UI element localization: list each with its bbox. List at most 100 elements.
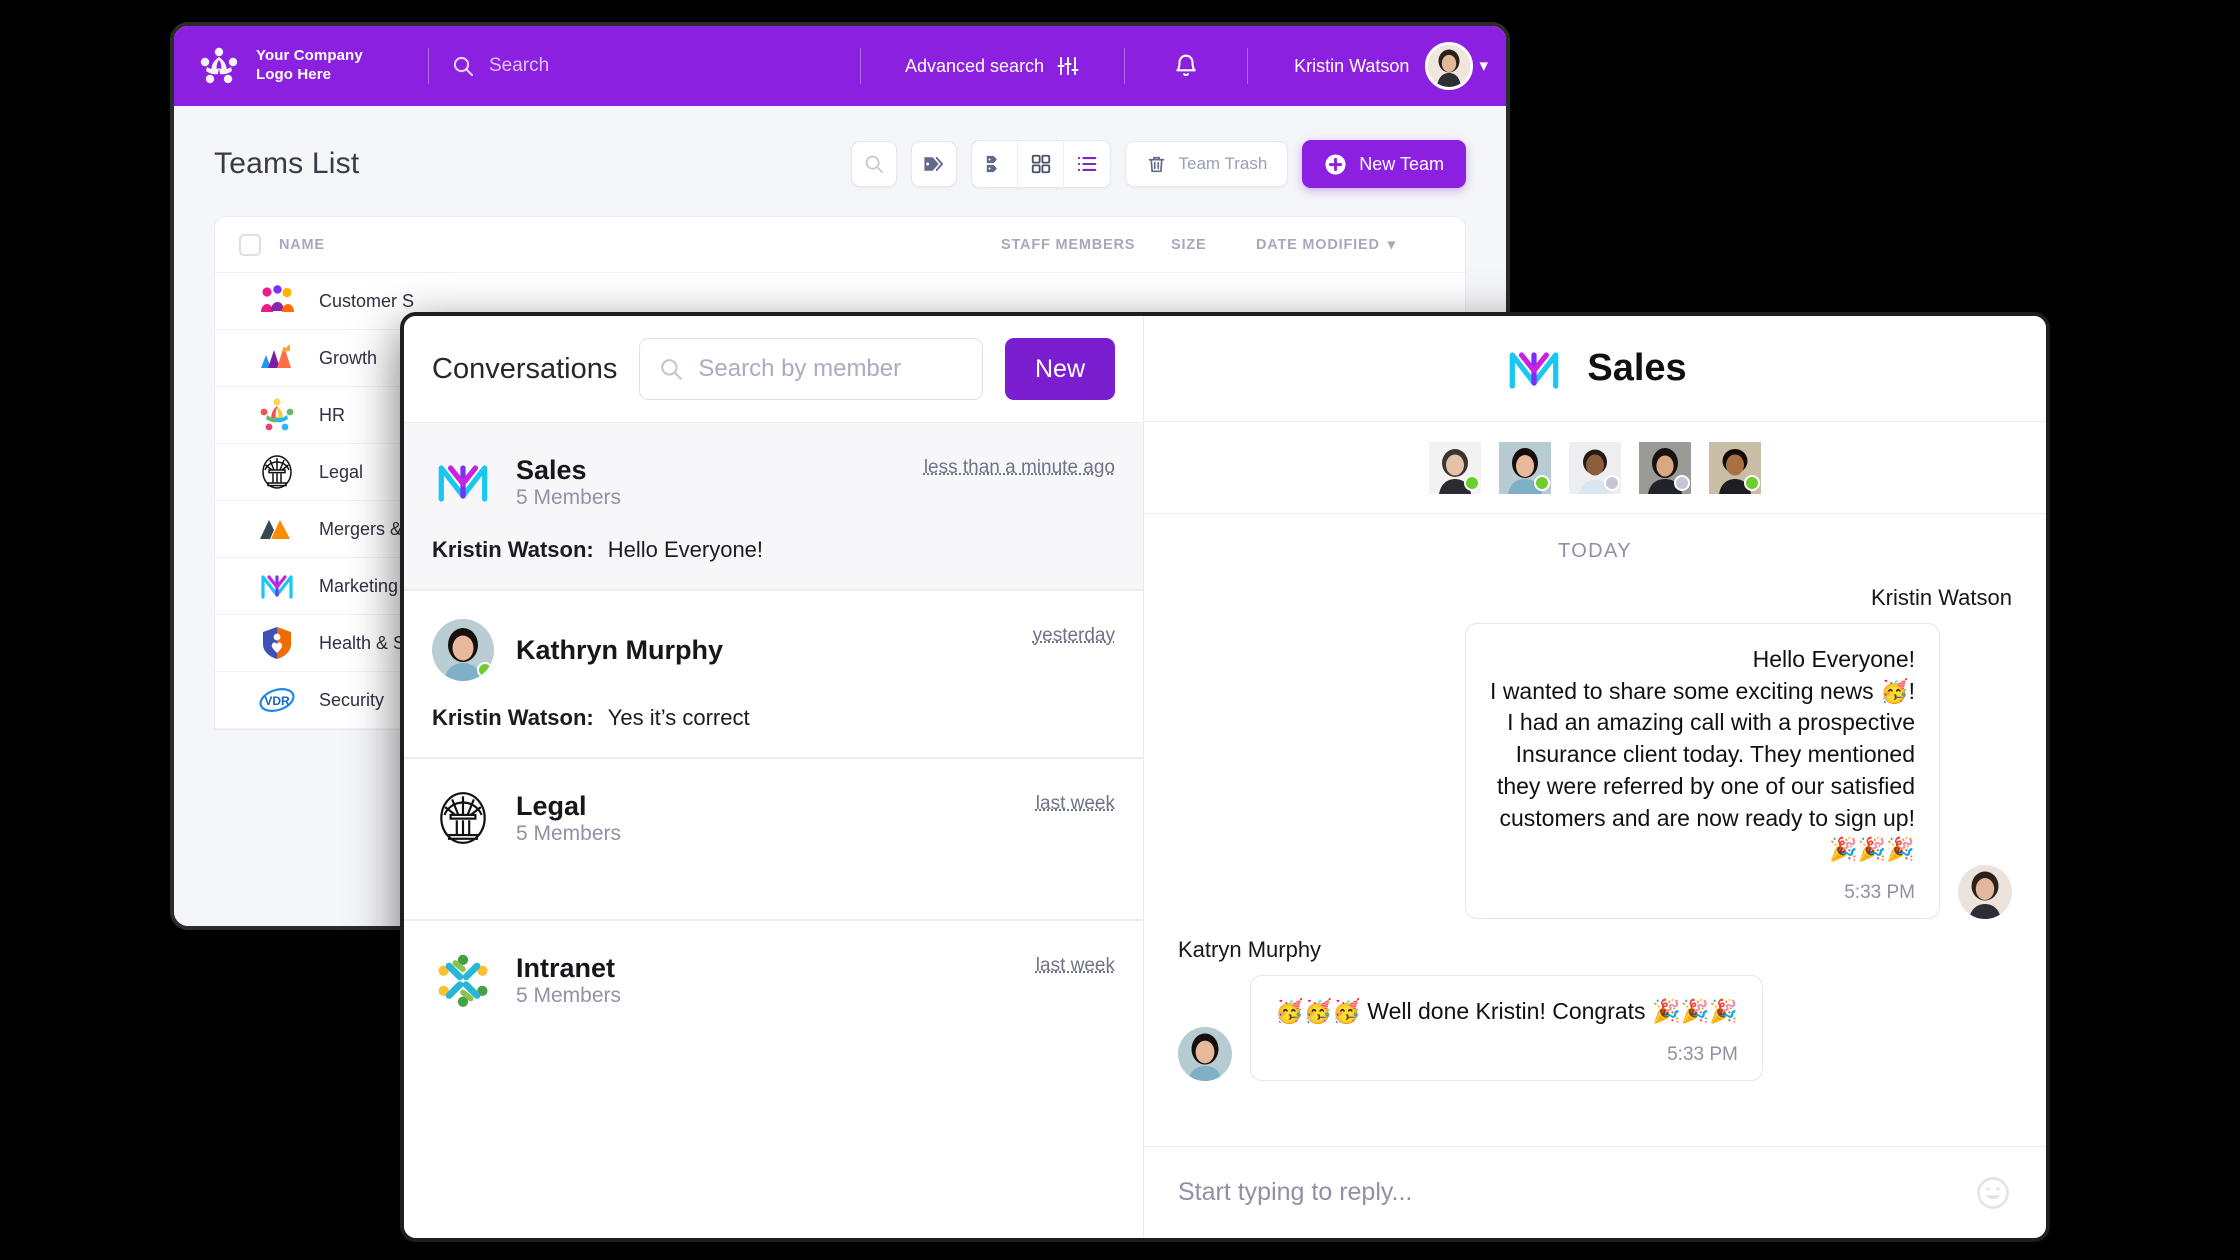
legal-team-icon [432,787,494,849]
avatar [1958,865,2012,920]
avatar[interactable] [1429,441,1481,494]
conversation-timestamp[interactable]: yesterday [1033,619,1115,647]
search-icon [451,54,475,78]
divider [1247,48,1249,84]
view-list-button[interactable] [1064,141,1110,187]
message-text: Hello Everyone! I wanted to share some e… [1490,646,1915,863]
new-team-label: New Team [1359,153,1444,174]
brand-line-2: Logo Here [256,66,332,83]
view-tags-button[interactable] [972,141,1019,187]
chat-header: Sales [1144,316,2046,422]
notifications-button[interactable] [1147,53,1225,79]
customer-support-team-icon [257,281,297,321]
conversation-meta: Sales 5 Members [516,454,924,510]
member-search-input[interactable]: Search by member [639,338,983,400]
message-author: Kristin Watson [1870,585,2012,610]
team-trash-button[interactable]: Team Trash [1125,141,1289,187]
avatar[interactable] [1639,441,1691,494]
search-icon [658,356,684,382]
conversation-name: Sales [516,454,587,485]
sliders-icon [1056,54,1080,78]
select-all-checkbox[interactable] [239,233,261,256]
team-name: Growth [319,347,378,368]
preview-author: Kristin Watson: [432,705,594,730]
message-author: Katryn Murphy [1178,937,1322,963]
message-bubble: Hello Everyone! I wanted to share some e… [1465,623,1940,920]
conversation-timestamp[interactable]: last week [1036,949,1115,977]
status-indicator-offline [1674,474,1690,491]
intranet-team-icon [432,949,494,1011]
message-incoming: Katryn Murphy 🥳🥳🥳 Well done Kristin! Con… [1178,937,2012,1081]
health-safety-team-icon [257,623,297,663]
team-name: Customer S [319,290,415,311]
day-divider: TODAY [1557,540,1633,562]
conversations-panel: Conversations Search by member New Sales… [404,316,1144,1238]
avatar[interactable] [1709,441,1761,494]
mergers-acquisitions-team-icon [257,509,297,549]
chat-members-bar [1144,422,2046,514]
brand-text: Your Company Logo Here [256,47,363,85]
message-text: 🥳🥳🥳 Well done Kristin! Congrats 🎉🎉🎉 [1275,998,1738,1025]
security-team-icon: VDR [257,680,297,720]
message-time: 5:33 PM [1667,1043,1738,1065]
conversation-list-item-sales[interactable]: Sales 5 Members less than a minute ago K… [404,422,1143,590]
conversations-title: Conversations [432,352,618,385]
member-search-placeholder: Search by member [698,355,902,382]
chevron-down-icon[interactable]: ▾ [1479,56,1488,76]
chat-title: Sales [1587,347,1687,389]
conversation-list-item-intranet[interactable]: Intranet 5 Members last week [404,920,1143,1081]
conversation-list-item-legal[interactable]: Legal 5 Members last week [404,758,1143,920]
preview-author: Kristin Watson: [432,537,594,562]
conversation-list-item-kathryn-murphy[interactable]: Kathryn Murphy yesterday Kristin Watson:… [404,590,1143,758]
divider [1124,48,1126,84]
avatar [1178,1026,1232,1081]
avatar[interactable] [1569,441,1621,494]
svg-text:VDR: VDR [264,694,290,708]
team-name: Security [319,689,385,710]
conversation-list[interactable]: Sales 5 Members less than a minute ago K… [404,422,1143,1238]
column-header-staff-members[interactable]: STAFF MEMBERS [1001,237,1171,253]
status-indicator-online [1464,474,1480,491]
trash-icon [1146,154,1167,175]
avatar[interactable] [1425,42,1474,90]
column-header-date-modified[interactable]: DATE MODIFIED ▾ [1256,237,1441,253]
top-right-actions: Advanced search Kristin Watson ▾ [838,42,1488,90]
advanced-search-button[interactable]: Advanced search [883,54,1102,78]
top-navigation-bar: Your Company Logo Here Search Advanced s… [174,26,1506,106]
current-user-name: Kristin Watson [1294,55,1410,76]
sort-descending-icon: ▾ [1387,236,1396,253]
conversation-name: Legal [516,790,587,821]
column-header-name[interactable]: NAME [279,237,1001,253]
marketing-team-icon [257,566,297,606]
team-name: Legal [319,461,364,482]
sales-team-icon [432,451,494,513]
avatar [432,619,494,681]
conversation-timestamp[interactable]: last week [1036,787,1115,815]
advanced-search-label: Advanced search [904,55,1045,76]
search-button[interactable] [851,141,898,187]
tags-button[interactable] [911,141,958,187]
view-grid-button[interactable] [1018,141,1065,187]
new-team-button[interactable]: New Team [1302,140,1466,188]
conversation-timestamp[interactable]: less than a minute ago [924,451,1115,479]
conversation-preview: Kristin Watson: Hello Everyone! [432,537,1115,563]
conversation-member-count: 5 Members [516,486,622,510]
search-input-placeholder[interactable]: Search [489,55,549,77]
brand[interactable]: Your Company Logo Here [196,43,406,89]
global-search[interactable]: Search [451,54,838,78]
team-name: Marketing [319,575,399,596]
new-conversation-button[interactable]: New [1004,338,1115,400]
reply-input-placeholder[interactable]: Start typing to reply... [1178,1178,1974,1207]
conversations-window: Conversations Search by member New Sales… [400,312,2050,1242]
avatar[interactable] [1499,441,1551,494]
view-switcher [971,140,1112,188]
sales-team-icon [1503,338,1565,400]
column-header-size[interactable]: SIZE [1171,237,1256,253]
page-title: Teams List [214,147,360,180]
divider [859,48,861,84]
emoji-picker-icon[interactable] [1974,1174,2012,1212]
message-bubble: 🥳🥳🥳 Well done Kristin! Congrats 🎉🎉🎉 5:33… [1250,975,1763,1081]
conversation-name: Kathryn Murphy [516,634,724,665]
conversation-meta: Kathryn Murphy [516,634,1033,666]
message-composer[interactable]: Start typing to reply... [1144,1146,2046,1238]
